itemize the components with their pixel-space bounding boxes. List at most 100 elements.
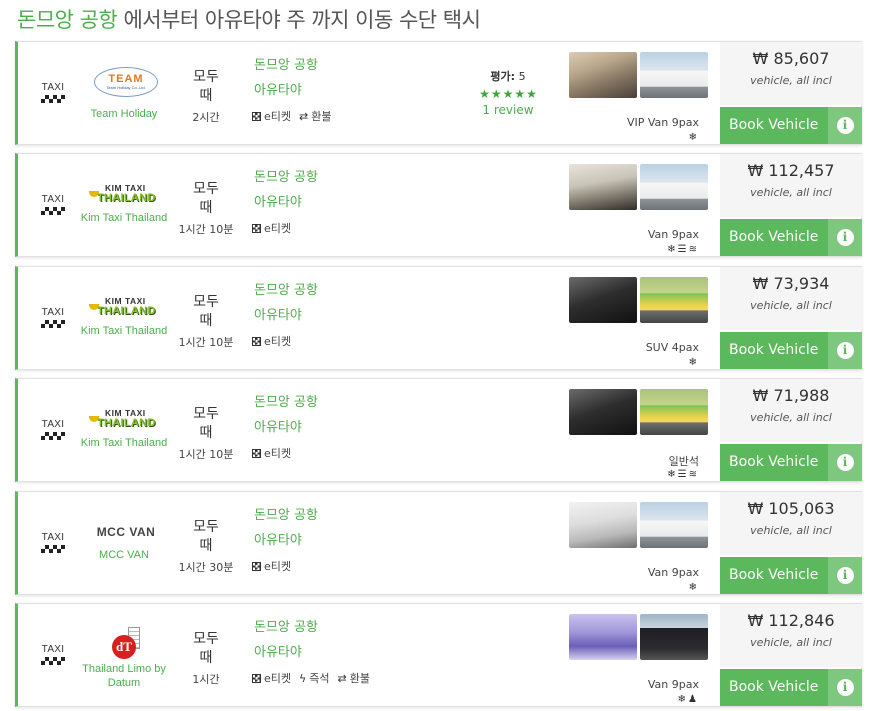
price-box: ₩ 85,607 vehicle, all incl: [720, 42, 862, 105]
kim-taxi-logo: KIM TAXI THAILAND: [89, 408, 163, 430]
trip-duration: 1시간 30분: [178, 561, 234, 574]
vehicle-amenities: ❄: [569, 132, 699, 143]
vehicle-photo[interactable]: [569, 164, 637, 210]
star-icon: ★: [479, 87, 490, 101]
star-icon: ★: [514, 87, 526, 101]
vehicle-photo[interactable]: [569, 389, 637, 435]
ac-icon: ❄: [688, 582, 699, 593]
vehicle-info-button[interactable]: i: [828, 669, 862, 706]
ac-icon: ❄: [667, 244, 678, 255]
feature-item: ⇄ 환불: [299, 108, 331, 124]
route-to[interactable]: 아유타야: [254, 645, 302, 661]
result-card: TAXI KIM TAXI THAILAND Kim Taxi Thailand 모두 …: [15, 378, 862, 482]
taxi-icon: TAXI: [40, 644, 66, 665]
route-from[interactable]: 돈므앙 공항: [254, 620, 318, 636]
price-note: vehicle, all incl: [750, 299, 832, 312]
rating-stars: ★ ★ ★ ★ ★: [458, 88, 558, 100]
feature-item: e티켓: [252, 670, 291, 686]
route-from[interactable]: 돈므앙 공항: [254, 58, 318, 74]
feature-label: 환불: [311, 110, 332, 123]
route-from[interactable]: 돈므앙 공항: [254, 395, 318, 411]
taxi-icon: TAXI: [40, 419, 66, 440]
reviews-link[interactable]: 1 review: [458, 103, 558, 117]
route-from[interactable]: 돈므앙 공항: [254, 508, 318, 524]
company-logo[interactable]: KIM TAXI THAILAND: [86, 285, 166, 329]
qr-icon: [252, 561, 261, 571]
star-icon: ★: [526, 87, 537, 101]
company-name[interactable]: Kim Taxi Thailand: [80, 324, 168, 338]
qr-icon: [252, 111, 261, 121]
vehicle-photo[interactable]: [640, 502, 708, 548]
vehicle-info-button[interactable]: i: [828, 557, 862, 594]
feature-label: e티켓: [264, 110, 292, 123]
company-name[interactable]: Kim Taxi Thailand: [80, 211, 168, 225]
company-logo[interactable]: TEAM Team Holiday Co.,Ltd.: [86, 60, 166, 104]
luggage-icon: ☰: [677, 244, 689, 255]
company-logo[interactable]: KIM TAXI THAILAND: [86, 397, 166, 441]
kim-taxi-logo: KIM TAXI THAILAND: [89, 296, 163, 318]
kim-taxi-logo: KIM TAXI THAILAND: [89, 183, 163, 205]
feature-item: e티켓: [252, 445, 291, 461]
price-note: vehicle, all incl: [750, 186, 832, 199]
vehicle-photo[interactable]: [640, 164, 708, 210]
vehicle-photo[interactable]: [640, 389, 708, 435]
vehicle-info-button[interactable]: i: [828, 107, 862, 144]
info-icon: i: [836, 679, 854, 696]
price: ₩ 85,607: [752, 49, 830, 68]
qr-icon: [252, 336, 261, 346]
vehicle-photo[interactable]: [640, 52, 708, 98]
departure-time: 모두 때: [193, 181, 219, 216]
company-logo[interactable]: KIM TAXI THAILAND: [86, 172, 166, 216]
qr-icon: [252, 223, 261, 233]
result-card: TAXI TEAM Team Holiday Co.,Ltd. Team Holida…: [15, 41, 862, 145]
route-from[interactable]: 돈므앙 공항: [254, 283, 318, 299]
vehicle-type: 일반석: [668, 455, 699, 468]
route-to[interactable]: 아유타야: [254, 533, 302, 549]
departure-time: 모두 때: [193, 519, 219, 554]
rating: 평가: 5 ★ ★ ★ ★ ★ 1 review: [458, 68, 558, 117]
vehicle-photo[interactable]: [640, 277, 708, 323]
exchange-icon: ⇄: [337, 671, 347, 685]
wifi-icon: ≋: [688, 469, 699, 480]
vehicle-info-button[interactable]: i: [828, 444, 862, 481]
feature-item: e티켓: [252, 220, 291, 236]
trip-duration: 1시간 10분: [178, 336, 234, 349]
trip-duration: 2시간: [192, 111, 220, 124]
price: ₩ 112,457: [747, 161, 835, 180]
result-card: TAXI dT Thailand Limo by Datum 모두 때 1시간 돈므앙 공…: [15, 603, 862, 707]
company-name[interactable]: Thailand Limo by Datum: [80, 662, 168, 690]
route-to[interactable]: 아유타야: [254, 195, 302, 211]
vehicle-photo[interactable]: [569, 502, 637, 548]
route-to[interactable]: 아유타야: [254, 308, 302, 324]
bolt-icon: ϟ: [299, 671, 307, 685]
trip-duration: 1시간 10분: [178, 223, 234, 236]
route-to[interactable]: 아유타야: [254, 83, 302, 99]
price: ₩ 71,988: [752, 386, 830, 405]
departure-time: 모두 때: [193, 69, 219, 104]
luggage-icon: ☰: [677, 469, 689, 480]
feature-label: e티켓: [264, 672, 292, 685]
vehicle-photo[interactable]: [569, 277, 637, 323]
company-name[interactable]: Team Holiday: [80, 107, 168, 121]
vehicle-photo[interactable]: [569, 614, 637, 660]
ac-icon: ❄: [688, 357, 699, 368]
vehicle-info-button[interactable]: i: [828, 219, 862, 256]
company-name[interactable]: Kim Taxi Thailand: [80, 436, 168, 450]
feature-item: e티켓: [252, 558, 291, 574]
ticket-features: e티켓 ⇄ 환불: [252, 108, 331, 124]
vehicle-photo[interactable]: [569, 52, 637, 98]
info-icon: i: [836, 567, 854, 584]
vehicle-photo[interactable]: [640, 614, 708, 660]
company-logo[interactable]: dT: [86, 622, 166, 666]
vehicle-type: Van 9pax: [647, 228, 699, 241]
vehicle-info-button[interactable]: i: [828, 332, 862, 369]
route-from[interactable]: 돈므앙 공항: [254, 170, 318, 186]
price: ₩ 112,846: [747, 611, 835, 630]
feature-item: ϟ 즉석: [299, 670, 330, 686]
price-box: ₩ 71,988 vehicle, all incl: [720, 379, 862, 442]
company-name[interactable]: MCC VAN: [80, 548, 168, 562]
feature-item: e티켓: [252, 108, 291, 124]
team-holiday-logo: TEAM Team Holiday Co.,Ltd.: [94, 67, 158, 97]
route-to[interactable]: 아유타야: [254, 420, 302, 436]
vehicle-type: Van 9pax: [647, 678, 699, 691]
